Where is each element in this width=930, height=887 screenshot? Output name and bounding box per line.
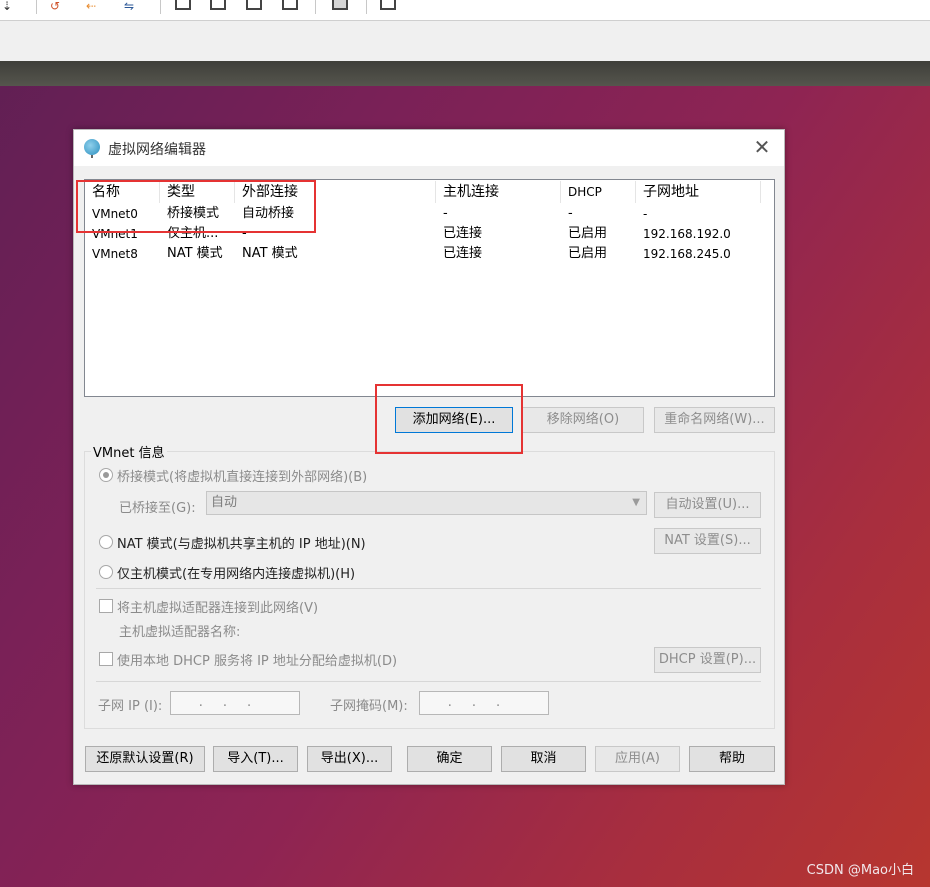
row-vmnet8-dhcp: 已启用 [568, 246, 608, 261]
dialog-titlebar: 虚拟网络编辑器 ✕ [74, 130, 784, 166]
annotation-highlight-add-network [375, 384, 523, 454]
remove-network-button[interactable]: 移除网络(O) [522, 407, 644, 433]
row-vmnet8-type: NAT 模式 [167, 246, 223, 261]
close-icon[interactable]: ✕ [750, 135, 774, 159]
vm-header-bar [0, 61, 930, 86]
nat-mode-radio[interactable] [99, 535, 113, 549]
annotation-highlight-vmnet0 [76, 180, 316, 233]
row-vmnet8-name[interactable]: VMnet8 [85, 244, 167, 264]
toolbar-separator [36, 0, 37, 14]
toolbar-separator [315, 0, 316, 14]
dhcp-label: 使用本地 DHCP 服务将 IP 地址分配给虚拟机(D) [117, 654, 398, 669]
apply-button[interactable]: 应用(A) [595, 746, 680, 772]
stretch-icon[interactable] [282, 0, 298, 10]
restore-defaults-button[interactable]: 还原默认设置(R) [85, 746, 205, 772]
dhcp-checkbox[interactable] [99, 652, 113, 666]
dhcp-settings-button[interactable]: DHCP 设置(P)... [654, 647, 761, 673]
subnet-ip-input[interactable]: ... [170, 691, 300, 715]
column-header-subnet[interactable]: 子网地址 [636, 181, 761, 203]
bridged-to-select[interactable]: 自动 ▼ [206, 491, 647, 515]
thumbnail-view-icon[interactable] [332, 0, 348, 10]
host-only-label: 仅主机模式(在专用网络内连接虚拟机)(H) [117, 567, 356, 582]
snapshot-manager-icon[interactable]: ⇋ [124, 0, 134, 12]
row-vmnet1-dhcp: 已启用 [568, 226, 608, 241]
nat-settings-button[interactable]: NAT 设置(S)... [654, 528, 761, 554]
row-vmnet8-subnet: 192.168.245.0 [643, 247, 731, 261]
ok-button[interactable]: 确定 [407, 746, 492, 772]
network-globe-icon [84, 139, 100, 158]
row-vmnet1-host: 已连接 [443, 226, 483, 241]
connect-adapter-label: 将主机虚拟适配器连接到此网络(V) [117, 601, 319, 616]
bridged-to-value: 自动 [211, 495, 238, 510]
subnet-mask-input[interactable]: ... [419, 691, 549, 715]
app-toolbar: ⇣ ↺ ⇠ ⇋ [0, 0, 930, 21]
row-vmnet8-host: 已连接 [443, 246, 483, 261]
host-only-radio[interactable] [99, 565, 113, 579]
adapter-name-label: 主机虚拟适配器名称: [119, 625, 241, 640]
nat-mode-label: NAT 模式(与虚拟机共享主机的 IP 地址)(N) [117, 537, 366, 552]
subnet-mask-label: 子网掩码(M): [330, 699, 408, 714]
auto-settings-button[interactable]: 自动设置(U)... [654, 492, 761, 518]
import-button[interactable]: 导入(T)... [213, 746, 298, 772]
bridged-to-label: 已桥接至(G): [119, 501, 196, 516]
toolbar-separator [160, 0, 161, 14]
bridged-mode-radio[interactable] [99, 468, 113, 482]
fullscreen-icon[interactable] [175, 0, 191, 10]
console-view-icon[interactable] [246, 0, 262, 10]
revert-icon[interactable]: ↺ [50, 0, 60, 12]
virtual-network-editor-dialog: 虚拟网络编辑器 ✕ 名称 类型 外部连接 主机连接 DHCP 子网地址 VMne… [73, 129, 785, 785]
dialog-title: 虚拟网络编辑器 [108, 142, 206, 158]
arrow-down-icon[interactable]: ⇣ [2, 0, 12, 12]
row-vmnet0-host: - [443, 206, 448, 221]
divider [96, 681, 761, 682]
unity-icon[interactable] [210, 0, 226, 10]
watermark: CSDN @Mao小白 [806, 863, 914, 878]
export-button[interactable]: 导出(X)... [307, 746, 392, 772]
row-vmnet0-dhcp: - [568, 206, 573, 221]
cancel-button[interactable]: 取消 [501, 746, 586, 772]
row-vmnet8-external: NAT 模式 [242, 246, 298, 261]
chevron-down-icon: ▼ [632, 497, 640, 508]
help-button[interactable]: 帮助 [689, 746, 775, 772]
divider [96, 588, 761, 589]
library-view-icon[interactable] [380, 0, 396, 10]
column-header-dhcp[interactable]: DHCP [561, 181, 636, 203]
column-header-host[interactable]: 主机连接 [436, 181, 561, 203]
vmnet-info-label: VMnet 信息 [91, 442, 167, 461]
connect-adapter-checkbox[interactable] [99, 599, 113, 613]
row-vmnet1-subnet: 192.168.192.0 [643, 227, 731, 241]
toolbar-separator [366, 0, 367, 14]
row-vmnet0-subnet: - [643, 207, 648, 221]
rename-network-button[interactable]: 重命名网络(W)... [654, 407, 775, 433]
bridged-mode-label: 桥接模式(将虚拟机直接连接到外部网络)(B) [117, 470, 368, 485]
tab-strip [0, 21, 930, 61]
back-arrow-icon[interactable]: ⇠ [86, 0, 96, 12]
subnet-ip-label: 子网 IP (I): [98, 699, 163, 714]
